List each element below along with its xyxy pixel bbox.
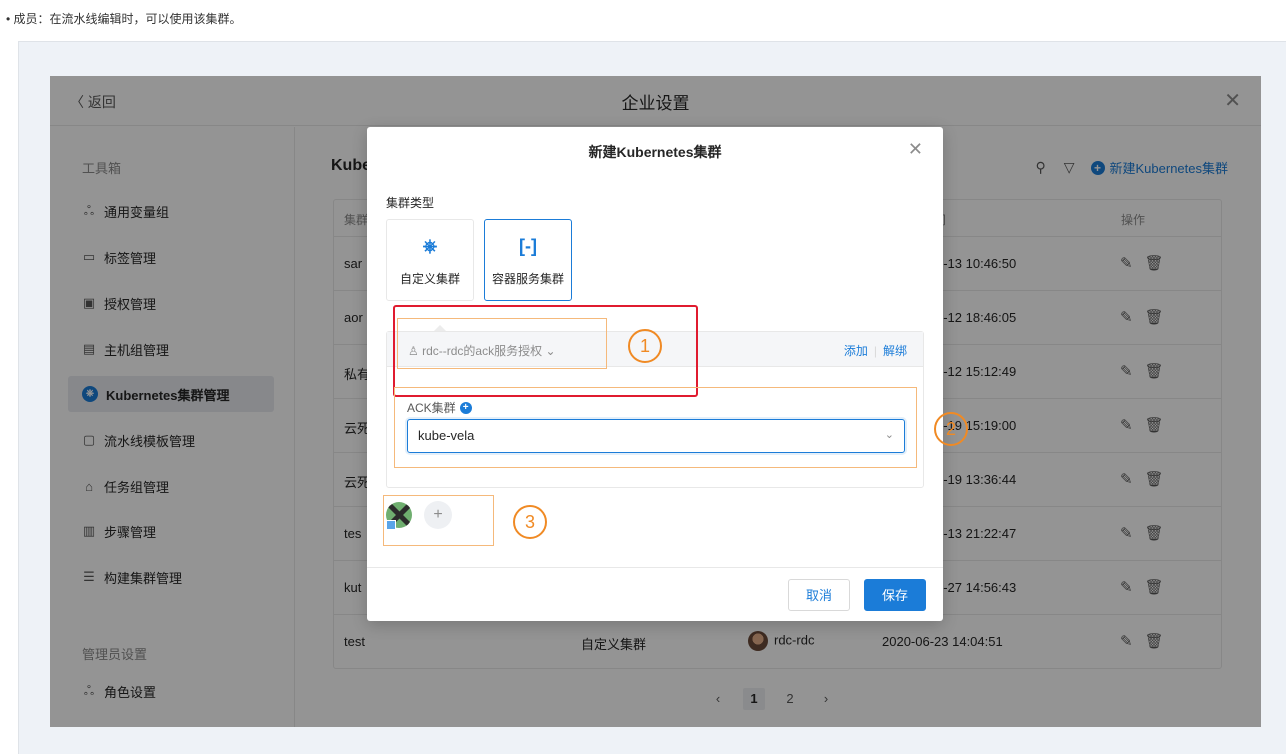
type-label: 自定义集群 [399, 272, 460, 286]
kubernetes-icon: ⎈ [422, 236, 438, 256]
annotation-number-1: 1 [628, 329, 662, 363]
cancel-button[interactable]: 取消 [788, 579, 851, 611]
save-button[interactable]: 保存 [864, 579, 927, 611]
type-label: 容器服务集群 [491, 272, 564, 286]
annotation-box-2 [394, 387, 917, 468]
dialog-title: 新建Kubernetes集群 [588, 144, 722, 160]
annotation-number-3: 3 [513, 505, 547, 539]
auth-add-link[interactable]: 添加 [844, 344, 868, 358]
auth-unbind-link[interactable]: 解绑 [883, 344, 907, 358]
doc-note: • 成员：在流水线编辑时，可以使用该集群。 [6, 12, 242, 26]
type-custom-cluster[interactable]: ⎈ 自定义集群 [386, 219, 474, 301]
annotation-number-2: 2 [934, 412, 968, 446]
divider: | [873, 344, 877, 358]
dialog-footer: 取消 保存 [367, 567, 943, 621]
close-icon[interactable]: ✕ [908, 139, 923, 160]
container-service-icon: [-] [519, 236, 537, 256]
auth-actions: 添加 | 解绑 [844, 342, 907, 359]
type-container-service[interactable]: [-] 容器服务集群 [484, 219, 572, 301]
cluster-type-label: 集群类型 [386, 196, 435, 210]
annotation-box-3 [383, 495, 494, 546]
